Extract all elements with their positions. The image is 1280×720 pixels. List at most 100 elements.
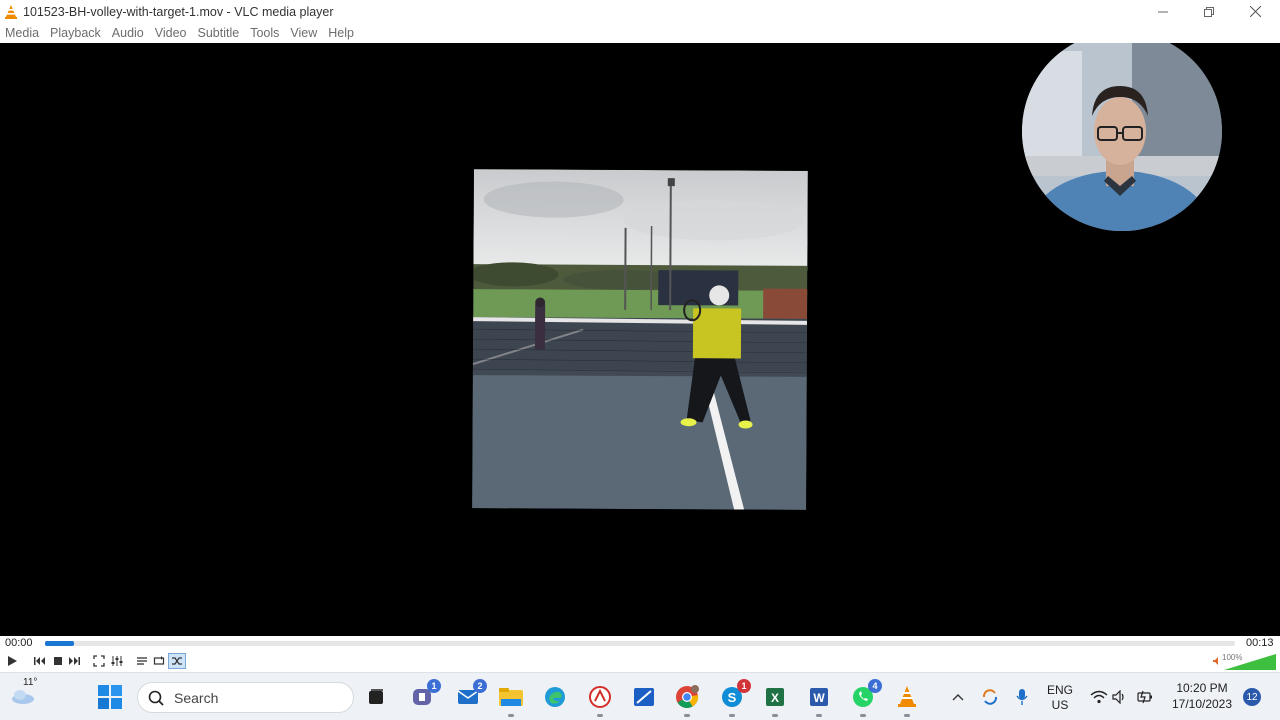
running-indicator — [772, 714, 778, 717]
next-icon — [69, 657, 80, 665]
menu-tools[interactable]: Tools — [250, 26, 279, 40]
volume-tray-button[interactable] — [1106, 683, 1134, 711]
chevron-up-icon — [952, 694, 964, 701]
running-indicator — [508, 714, 514, 717]
fullscreen-button[interactable] — [91, 653, 107, 669]
taskbar-acrobat[interactable] — [586, 683, 614, 717]
weather-widget[interactable]: 11° — [9, 677, 37, 709]
mute-button[interactable] — [1212, 653, 1222, 669]
playlist-button[interactable] — [134, 653, 150, 669]
skype-badge: 1 — [737, 679, 751, 693]
chrome-icon — [676, 685, 699, 708]
next-button[interactable] — [66, 653, 82, 669]
file-explorer-icon — [499, 688, 523, 706]
stop-button[interactable] — [50, 653, 66, 669]
taskbar-skype[interactable]: S 1 — [718, 679, 751, 717]
sync-icon — [982, 689, 998, 705]
task-view-icon — [369, 689, 383, 704]
close-button[interactable] — [1232, 0, 1278, 23]
svg-text:W: W — [813, 691, 825, 705]
running-indicator — [597, 714, 603, 717]
menu-audio[interactable]: Audio — [112, 26, 144, 40]
taskbar-snipping-tool[interactable] — [630, 683, 658, 711]
seek-progress — [45, 641, 74, 646]
word-icon: W — [810, 688, 828, 706]
speaker-icon — [1213, 657, 1218, 665]
search-placeholder: Search — [174, 689, 219, 706]
acrobat-icon — [589, 686, 611, 708]
taskbar-teams[interactable]: 1 — [408, 679, 441, 711]
menu-help[interactable]: Help — [328, 26, 354, 40]
running-indicator — [904, 714, 910, 717]
microphone-tray-button[interactable] — [1008, 683, 1036, 711]
battery-tray-button[interactable] — [1131, 683, 1159, 711]
task-view-button[interactable] — [362, 683, 390, 711]
vlc-cone-icon — [5, 4, 17, 19]
extended-settings-button[interactable] — [109, 653, 125, 669]
show-hidden-icons-button[interactable] — [944, 683, 972, 711]
video-output[interactable] — [0, 43, 1280, 636]
taskbar-mail[interactable]: 2 — [454, 679, 487, 711]
title-bar[interactable]: 101523-BH-volley-with-target-1.mov - VLC… — [0, 0, 1280, 23]
running-indicator — [860, 714, 866, 717]
taskbar: 11° Search 1 2 S 1 X W 4 ENG US 10:20 PM… — [0, 672, 1280, 720]
menu-media[interactable]: Media — [5, 26, 39, 40]
svg-text:X: X — [771, 691, 779, 705]
mail-badge: 2 — [473, 679, 487, 693]
seek-slider[interactable] — [45, 641, 1235, 646]
taskbar-vlc[interactable] — [893, 683, 921, 717]
running-indicator — [816, 714, 822, 717]
restore-icon — [1204, 6, 1214, 17]
menu-bar: Media Playback Audio Video Subtitle Tool… — [0, 23, 1280, 43]
language-region: US — [1051, 698, 1069, 712]
play-button[interactable] — [4, 653, 20, 669]
taskbar-excel[interactable]: X — [761, 683, 789, 717]
start-button[interactable] — [96, 683, 124, 711]
snipping-tool-icon — [634, 688, 654, 706]
play-icon — [8, 656, 17, 666]
equalizer-icon — [111, 656, 123, 666]
loop-button[interactable] — [151, 653, 167, 669]
menu-playback[interactable]: Playback — [50, 26, 101, 40]
battery-plug-icon — [1137, 690, 1152, 704]
menu-view[interactable]: View — [290, 26, 317, 40]
microphone-icon — [1016, 689, 1028, 705]
playback-controls: 100% — [0, 650, 1280, 672]
restore-button[interactable] — [1186, 0, 1232, 23]
volume-icon — [1112, 690, 1124, 704]
language-indicator[interactable]: ENG — [1044, 683, 1076, 697]
menu-subtitle[interactable]: Subtitle — [198, 26, 240, 40]
stop-icon — [54, 657, 62, 665]
previous-icon — [34, 657, 45, 665]
taskbar-whatsapp[interactable]: 4 — [849, 679, 882, 717]
shuffle-icon — [172, 657, 182, 665]
window-title: 101523-BH-volley-with-target-1.mov - VLC… — [23, 4, 334, 19]
seek-row: 00:00 00:13 — [0, 636, 1280, 650]
menu-video[interactable]: Video — [155, 26, 187, 40]
taskbar-file-explorer[interactable] — [497, 683, 525, 717]
playlist-icon — [137, 657, 147, 665]
volume-slider[interactable] — [1224, 654, 1276, 670]
taskbar-edge[interactable] — [541, 683, 569, 711]
clock-date: 17/10/2023 — [1171, 697, 1233, 711]
previous-button[interactable] — [32, 653, 48, 669]
teams-badge: 1 — [427, 679, 441, 693]
taskbar-word[interactable]: W — [805, 683, 833, 717]
whatsapp-badge: 4 — [868, 679, 882, 693]
windows-logo-icon — [98, 685, 122, 709]
weather-temperature: 11° — [23, 677, 38, 688]
elapsed-time: 00:00 — [5, 637, 33, 649]
fullscreen-icon — [93, 655, 105, 667]
clock-time[interactable]: 10:20 PM — [1166, 681, 1238, 695]
sync-tray-button[interactable] — [976, 683, 1004, 711]
total-time: 00:13 — [1246, 637, 1274, 649]
taskbar-search[interactable]: Search — [137, 682, 354, 713]
taskbar-chrome[interactable] — [673, 683, 701, 717]
search-icon — [148, 690, 164, 706]
video-frame-tennis — [472, 169, 808, 510]
notification-badge[interactable]: 12 — [1243, 688, 1261, 706]
vlc-window: 101523-BH-volley-with-target-1.mov - VLC… — [0, 0, 1280, 672]
minimize-button[interactable] — [1140, 0, 1186, 23]
minimize-icon — [1158, 11, 1168, 12]
shuffle-button[interactable] — [168, 653, 186, 669]
